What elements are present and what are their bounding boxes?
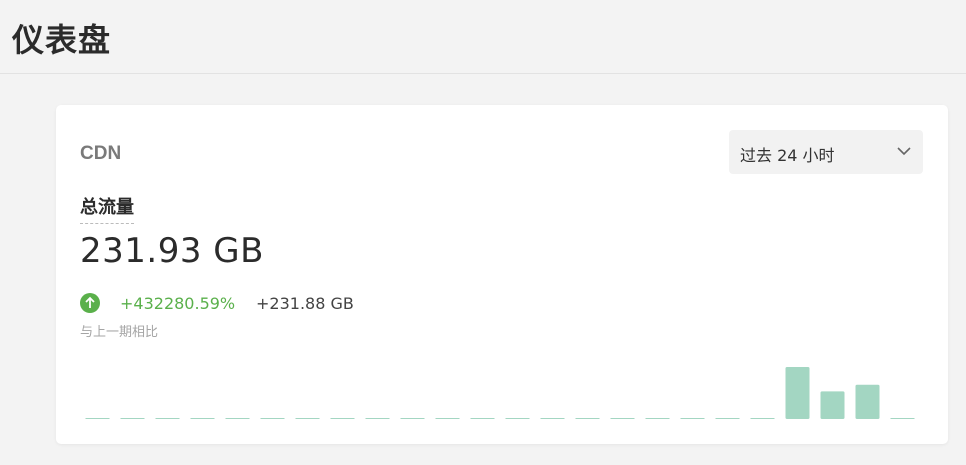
compare-note: 与上一期相比 bbox=[80, 325, 159, 340]
chart-bar bbox=[890, 418, 915, 419]
chart-bar bbox=[855, 384, 880, 419]
cdn-traffic-card: CDN 过去 24 小时 总流量 231.93 GB +432280.59% +… bbox=[56, 105, 948, 444]
page-title: 仪表盘 bbox=[12, 21, 112, 59]
arrow-up-circle-icon bbox=[80, 293, 100, 313]
change-percent: +432280.59% bbox=[120, 294, 236, 313]
chart-bar bbox=[750, 418, 775, 419]
chart-bar bbox=[225, 418, 250, 419]
chevron-down-icon bbox=[897, 147, 911, 156]
chart-bar bbox=[505, 418, 530, 419]
chart-bar bbox=[610, 418, 635, 419]
chart-bar bbox=[540, 418, 565, 419]
chart-bar bbox=[330, 418, 355, 419]
time-range-select[interactable]: 过去 24 小时 bbox=[729, 130, 923, 174]
chart-bar bbox=[190, 418, 215, 419]
chart-bar bbox=[85, 418, 110, 419]
chart-bar bbox=[715, 418, 740, 419]
chart-bar bbox=[470, 418, 495, 419]
metric-value: 231.93 GB bbox=[80, 231, 264, 271]
chart-bar bbox=[645, 418, 670, 419]
chart-bar bbox=[820, 391, 845, 419]
time-range-value: 过去 24 小时 bbox=[740, 146, 835, 165]
chart-bar bbox=[680, 418, 705, 419]
traffic-bar-chart bbox=[85, 367, 915, 419]
chart-bar bbox=[155, 418, 180, 419]
chart-bar bbox=[575, 418, 600, 419]
chart-bar bbox=[260, 418, 285, 419]
chart-bar bbox=[435, 418, 460, 419]
change-absolute: +231.88 GB bbox=[256, 294, 354, 313]
chart-bar bbox=[120, 418, 145, 419]
chart-bar bbox=[785, 367, 810, 419]
metric-label[interactable]: 总流量 bbox=[80, 193, 134, 224]
chart-bar bbox=[365, 418, 390, 419]
page-header: 仪表盘 bbox=[0, 0, 966, 74]
card-title: CDN bbox=[80, 143, 122, 164]
chart-bar bbox=[400, 418, 425, 419]
chart-bar bbox=[295, 418, 320, 419]
